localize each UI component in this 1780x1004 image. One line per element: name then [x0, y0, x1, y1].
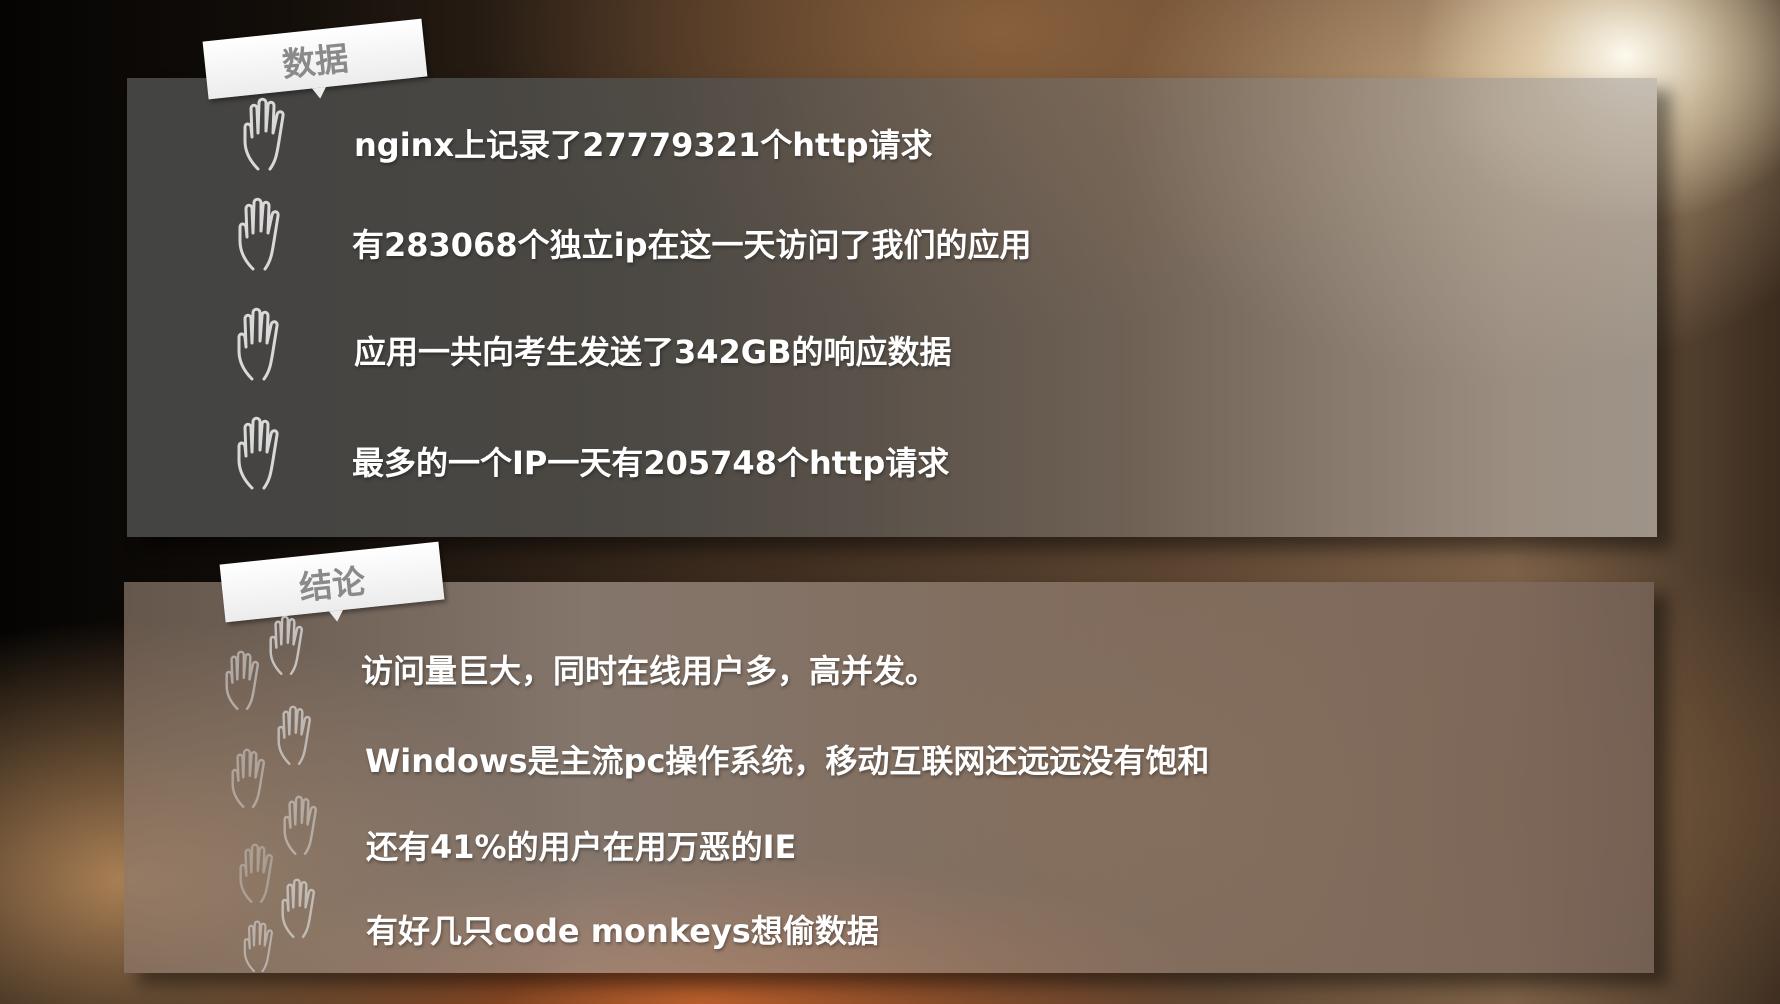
hand-icon [228, 416, 290, 492]
conclusion-item-1: 访问量巨大，同时在线用户多，高并发。 [361, 652, 938, 690]
hand-icon [224, 748, 274, 810]
conclusion-item-2: Windows是主流pc操作系统，移动互联网还远远没有饱和 [365, 742, 1210, 780]
hand-icon [228, 307, 290, 383]
data-item-1: nginx上记录了27779321个http请求 [354, 126, 933, 164]
hand-icon [234, 920, 284, 974]
hand-icon [218, 650, 268, 712]
hand-icon [229, 197, 291, 273]
conclusion-item-3: 还有41%的用户在用万恶的IE [366, 828, 797, 866]
hand-icon [262, 615, 312, 677]
hand-icon [234, 97, 296, 173]
data-item-3: 应用一共向考生发送了342GB的响应数据 [354, 333, 952, 371]
data-item-4: 最多的一个IP一天有205748个http请求 [352, 444, 950, 482]
conclusion-item-4: 有好几只code monkeys想偷数据 [366, 912, 879, 950]
hand-icon [270, 705, 320, 767]
data-item-2: 有283068个独立ip在这一天访问了我们的应用 [352, 226, 1032, 264]
hand-icon [276, 795, 326, 857]
